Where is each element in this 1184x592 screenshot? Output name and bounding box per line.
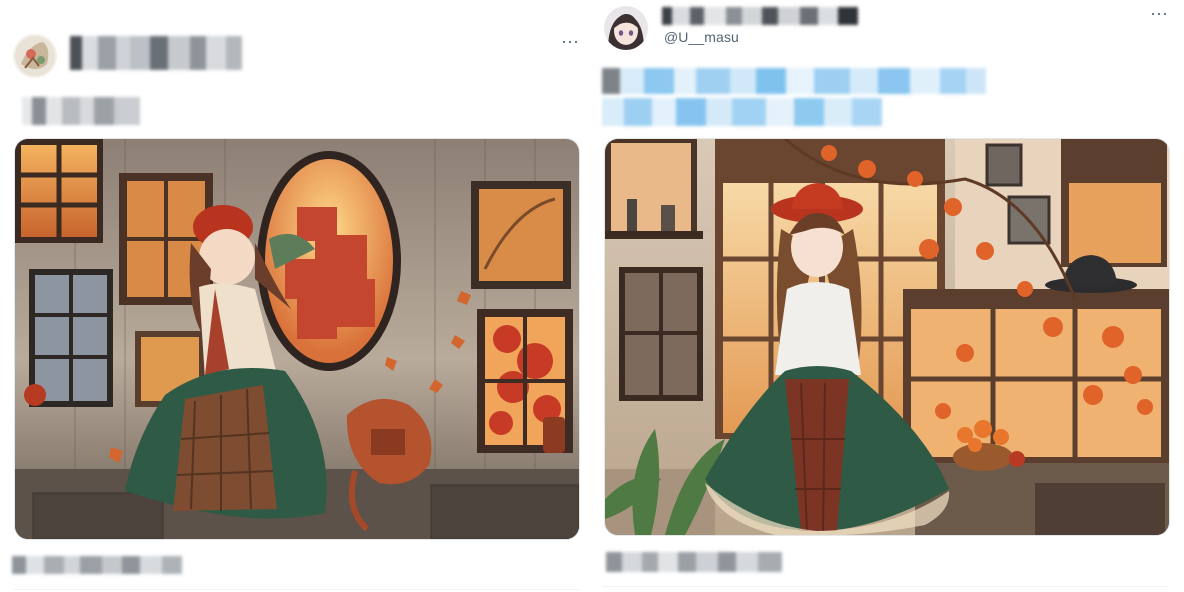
more-horizontal-icon: ··· bbox=[561, 31, 579, 51]
avatar[interactable] bbox=[13, 34, 57, 78]
blurred-display-name bbox=[70, 36, 242, 70]
post-image[interactable] bbox=[14, 138, 580, 540]
timeline: ··· @U__masu ··· bbox=[0, 0, 1184, 592]
blurred-post-text-line-2 bbox=[602, 98, 882, 126]
post-image[interactable] bbox=[604, 138, 1170, 536]
blurred-display-name bbox=[662, 7, 858, 25]
post-card-left[interactable]: ··· bbox=[0, 0, 590, 592]
post-card-right[interactable]: @U__masu ··· bbox=[594, 0, 1184, 592]
divider bbox=[14, 589, 580, 590]
divider bbox=[602, 586, 1168, 587]
user-handle[interactable]: @U__masu bbox=[664, 29, 739, 45]
blurred-post-text bbox=[22, 97, 140, 125]
blurred-timestamp bbox=[12, 556, 182, 574]
blurred-post-text-line-1 bbox=[602, 68, 986, 94]
avatar[interactable] bbox=[604, 6, 648, 50]
blurred-timestamp bbox=[606, 552, 782, 572]
more-horizontal-icon: ··· bbox=[1150, 3, 1168, 23]
more-options-button[interactable]: ··· bbox=[561, 32, 579, 50]
more-options-button[interactable]: ··· bbox=[1150, 4, 1168, 22]
